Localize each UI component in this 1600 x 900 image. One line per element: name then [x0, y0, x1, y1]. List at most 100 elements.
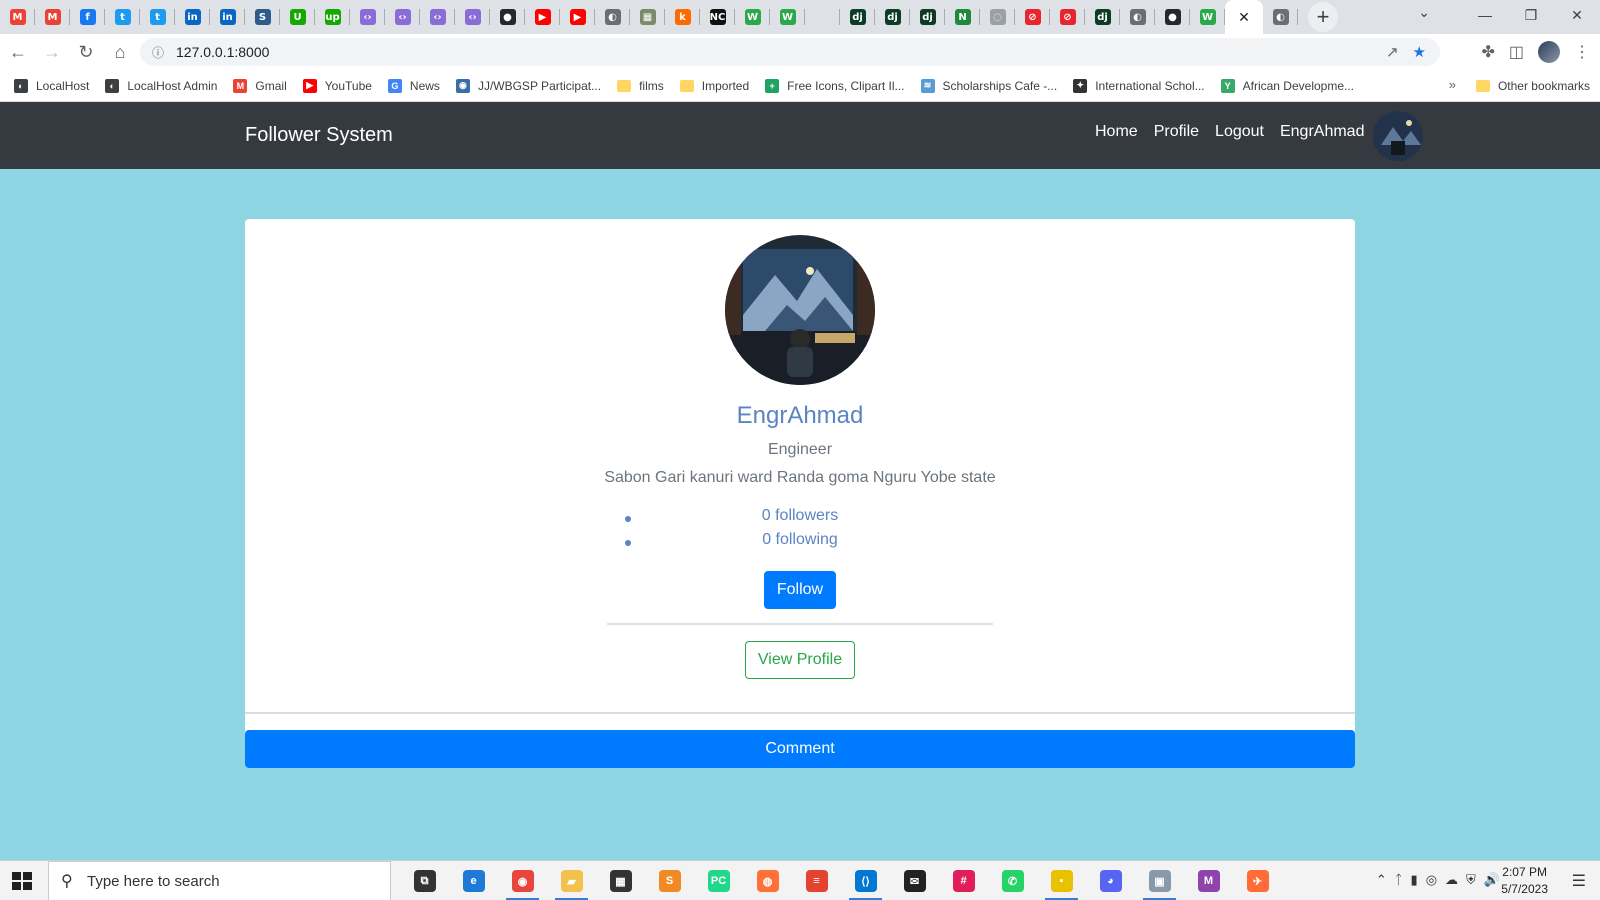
follow-button[interactable]: Follow — [764, 571, 836, 609]
address-bar[interactable]: ⓘ 127.0.0.1:8000 ↗ ★ — [140, 38, 1440, 66]
nav-home-link[interactable]: Home — [1095, 123, 1138, 141]
share-icon[interactable]: ↗ — [1386, 43, 1399, 61]
browser-tab[interactable]: ▶ — [525, 0, 560, 34]
taskbar-app[interactable]: ▪ — [1037, 861, 1086, 900]
bookmark-item[interactable]: films — [617, 79, 664, 93]
taskbar-app[interactable]: M — [1184, 861, 1233, 900]
taskbar-app[interactable]: ≡ — [792, 861, 841, 900]
browser-profile-avatar[interactable] — [1538, 41, 1560, 63]
taskbar-app[interactable]: ✉ — [890, 861, 939, 900]
browser-tab[interactable]: k — [665, 0, 700, 34]
browser-tab[interactable]: ◐ — [1263, 0, 1298, 34]
taskbar-app[interactable]: # — [939, 861, 988, 900]
tray-chevron-icon[interactable]: ⌃ — [1376, 872, 1387, 888]
menu-kebab-icon[interactable]: ⋮ — [1574, 42, 1590, 62]
browser-tab[interactable]: ‹› — [350, 0, 385, 34]
taskbar-clock[interactable]: 2:07 PM 5/7/2023 — [1501, 864, 1548, 898]
nav-username[interactable]: EngrAhmad — [1280, 123, 1365, 141]
battery-icon[interactable]: ▮ — [1411, 872, 1418, 888]
taskbar-app[interactable]: PC — [694, 861, 743, 900]
browser-tab[interactable]: U — [280, 0, 315, 34]
browser-tab[interactable]: t — [140, 0, 175, 34]
side-panel-icon[interactable]: ◫ — [1509, 42, 1524, 62]
bookmark-item[interactable]: G News — [387, 78, 440, 93]
browser-tab[interactable]: dj — [875, 0, 910, 34]
browser-tab[interactable]: ‹› — [455, 0, 490, 34]
browser-tab[interactable]: W — [1190, 0, 1225, 34]
browser-tab[interactable]: dj — [840, 0, 875, 34]
bookmark-item[interactable]: Imported — [679, 79, 749, 93]
bookmark-item[interactable]: + Free Icons, Clipart Il... — [765, 78, 905, 93]
taskbar-app[interactable]: ✆ — [988, 861, 1037, 900]
reload-icon[interactable]: ↻ — [70, 36, 102, 68]
taskbar-app[interactable]: ◉ — [498, 861, 547, 900]
windows-start-icon[interactable] — [12, 872, 32, 890]
taskbar-app[interactable]: ◍ — [743, 861, 792, 900]
bookmark-item[interactable]: M Gmail — [233, 78, 287, 93]
nav-profile-link[interactable]: Profile — [1154, 123, 1199, 141]
browser-tab[interactable]: NC — [700, 0, 735, 34]
browser-tab[interactable]: ⊘ — [1050, 0, 1085, 34]
taskbar-app[interactable]: ⧉ — [400, 861, 449, 900]
browser-tab[interactable]: ◌ — [980, 0, 1015, 34]
browser-tab[interactable]: ‹› — [385, 0, 420, 34]
browser-tab[interactable]: ⊘ — [1015, 0, 1050, 34]
browser-tab[interactable]: dj — [910, 0, 945, 34]
back-icon[interactable]: ← — [2, 36, 34, 68]
new-tab-button[interactable]: + — [1308, 2, 1338, 32]
bookmarks-overflow-icon[interactable]: » — [1449, 77, 1456, 92]
browser-tab[interactable]: W — [735, 0, 770, 34]
browser-tab[interactable]: up — [315, 0, 350, 34]
taskbar-search-box[interactable]: ⚲ Type here to search — [48, 861, 391, 900]
taskbar-app[interactable]: ▦ — [596, 861, 645, 900]
view-profile-button[interactable]: View Profile — [745, 641, 855, 679]
network-icon[interactable]: ◎ — [1426, 872, 1437, 888]
browser-tab[interactable]: in — [210, 0, 245, 34]
followers-count[interactable]: 0 followers — [607, 507, 993, 531]
brand[interactable]: Follower System — [245, 124, 393, 147]
browser-tab[interactable]: ▶ — [560, 0, 595, 34]
tab-search-icon[interactable]: ⌄ — [1418, 4, 1430, 21]
nav-logout-link[interactable]: Logout — [1215, 123, 1264, 141]
close-window-icon[interactable]: ✕ — [1554, 0, 1600, 30]
nav-avatar[interactable] — [1373, 111, 1423, 161]
browser-tab[interactable]: ● — [490, 0, 525, 34]
taskbar-app[interactable]: e — [449, 861, 498, 900]
browser-tab[interactable]: ‹› — [420, 0, 455, 34]
bookmark-item[interactable]: ◐ LocalHost — [14, 78, 89, 93]
browser-tab[interactable]: S — [245, 0, 280, 34]
onedrive-icon[interactable]: ☁ — [1445, 872, 1458, 888]
security-icon[interactable]: ⛨ — [1466, 872, 1476, 888]
browser-tab[interactable]: M — [35, 0, 70, 34]
browser-tab[interactable]: ◐ — [595, 0, 630, 34]
minimize-icon[interactable]: — — [1462, 0, 1508, 30]
browser-tab[interactable]: ● — [1155, 0, 1190, 34]
browser-tab[interactable]: N — [945, 0, 980, 34]
extensions-icon[interactable]: ✤ — [1481, 42, 1494, 62]
browser-tab[interactable]: W — [770, 0, 805, 34]
comment-button[interactable]: Comment — [245, 730, 1355, 768]
taskbar-app[interactable]: ▣ — [1135, 861, 1184, 900]
other-bookmarks[interactable]: Other bookmarks — [1475, 70, 1590, 102]
taskbar-app[interactable]: ✈ — [1233, 861, 1282, 900]
taskbar-app[interactable]: ◕ — [1086, 861, 1135, 900]
taskbar-app[interactable]: ▰ — [547, 861, 596, 900]
bluetooth-icon[interactable]: ᛏ — [1395, 872, 1403, 888]
bookmark-item[interactable]: ◉ JJ/WBGSP Participat... — [455, 78, 601, 93]
browser-tab[interactable]: f — [70, 0, 105, 34]
taskbar-app[interactable]: ⟨⟩ — [841, 861, 890, 900]
home-icon[interactable]: ⌂ — [104, 36, 136, 68]
bookmark-item[interactable]: ✦ International Schol... — [1073, 78, 1205, 93]
bookmark-item[interactable]: ◐ LocalHost Admin — [105, 78, 217, 93]
site-info-icon[interactable]: ⓘ — [152, 44, 172, 61]
notifications-icon[interactable]: ☰ — [1572, 871, 1586, 891]
following-count[interactable]: 0 following — [607, 531, 993, 555]
browser-tab[interactable] — [805, 0, 840, 34]
browser-tab[interactable]: dj — [1085, 0, 1120, 34]
browser-tab[interactable]: in — [175, 0, 210, 34]
bookmark-item[interactable]: ▶ YouTube — [302, 78, 372, 93]
browser-tab[interactable]: ◐ — [1120, 0, 1155, 34]
bookmark-star-icon[interactable]: ★ — [1413, 43, 1426, 61]
restore-icon[interactable]: ❐ — [1508, 0, 1554, 30]
bookmark-item[interactable]: Y African Developme... — [1220, 78, 1354, 93]
